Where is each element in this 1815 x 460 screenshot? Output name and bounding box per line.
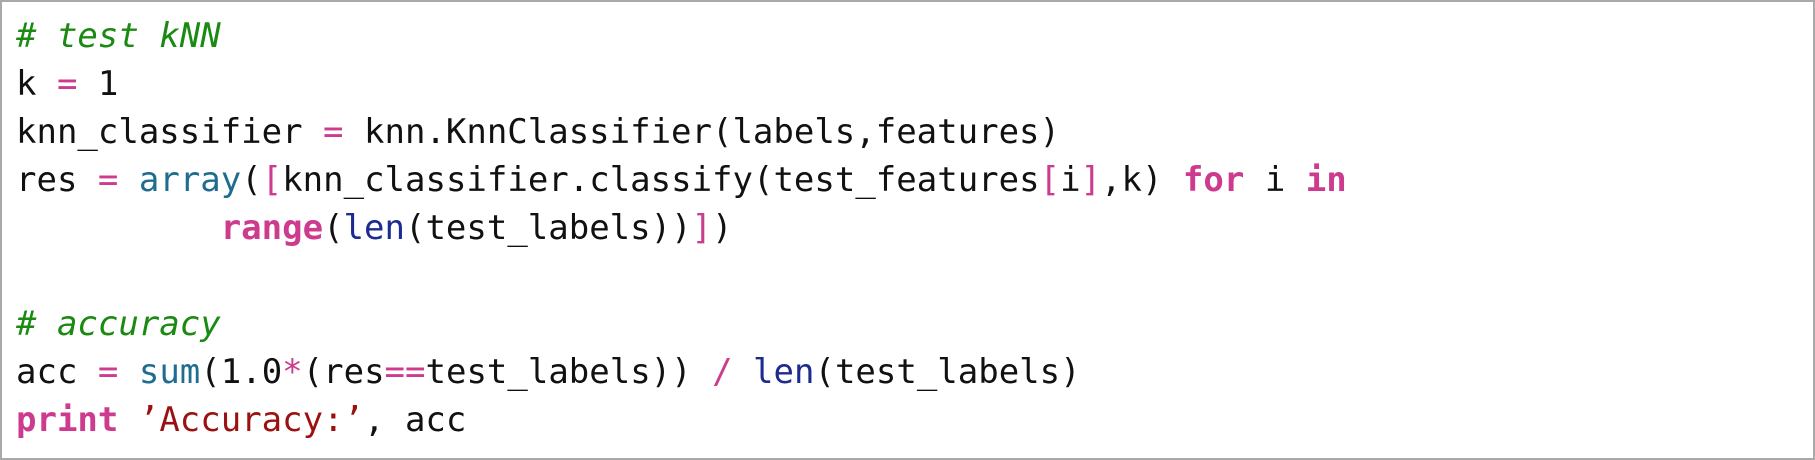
code-token-plain: (	[241, 160, 262, 200]
code-line: res = array([knn_classifier.classify(tes…	[16, 156, 1347, 204]
code-token-builtin2: len	[753, 352, 815, 392]
code-token-op: ]	[1080, 160, 1102, 200]
code-token-plain: , acc	[364, 400, 467, 440]
code-token-kw: in	[1305, 160, 1347, 200]
code-token-plain: (1.0	[200, 352, 283, 392]
code-line: k = 1	[16, 60, 1347, 108]
code-token-op: [	[261, 160, 283, 200]
code-token-plain: k	[16, 64, 57, 104]
code-token-kw: range	[220, 208, 324, 248]
code-token-builtin2: len	[343, 208, 405, 248]
code-token-plain: (test_labels))	[404, 208, 692, 248]
code-token-plain: knn_classifier.classify(test_features	[282, 160, 1040, 200]
code-token-kw: print	[16, 400, 119, 440]
code-token-kw: for	[1182, 160, 1245, 200]
code-token-builtin: sum	[138, 352, 201, 392]
code-token-plain: knn_classifier	[16, 112, 324, 152]
code-token-plain: (test_labels)	[814, 352, 1081, 392]
code-token-plain: knn.KnnClassifier(labels,features)	[343, 112, 1060, 152]
code-token-plain: 1	[77, 64, 119, 104]
code-line: # test kNN	[16, 12, 1347, 60]
code-token-plain: i	[1244, 160, 1306, 200]
code-token-plain: ,k)	[1101, 160, 1183, 200]
code-token-comment: # accuracy	[16, 304, 221, 344]
code-token-op: =	[323, 112, 344, 152]
code-listing-frame: # test kNN k = 1 knn_classifier = knn.KnnC…	[0, 0, 1815, 460]
code-token-op: ]	[691, 208, 713, 248]
code-token-str: ’Accuracy:’	[138, 400, 365, 440]
code-token-op: =	[97, 352, 119, 392]
code-token-plain: )	[712, 208, 733, 248]
code-token-plain: test_labels))	[425, 352, 713, 392]
code-token-op: *	[282, 352, 303, 392]
code-token-plain: acc	[16, 352, 98, 392]
code-line: acc = sum(1.0*(res==test_labels)) / len(…	[16, 348, 1347, 396]
code-listing: # test kNN k = 1 knn_classifier = knn.KnnC…	[16, 12, 1347, 444]
code-line: knn_classifier = knn.KnnClassifier(label…	[16, 108, 1347, 156]
code-token-comment: # test kNN	[16, 16, 221, 56]
code-token-plain: res	[16, 160, 98, 200]
code-token-op: =	[97, 160, 119, 200]
code-token-op: ==	[384, 352, 426, 392]
code-token-plain: i	[1060, 160, 1081, 200]
code-line: print ’Accuracy:’, acc	[16, 396, 1347, 444]
code-token-plain: (res	[302, 352, 385, 392]
code-token-builtin: array	[138, 160, 242, 200]
code-token-plain: (	[323, 208, 344, 248]
code-token-op: /	[712, 352, 733, 392]
code-line: range(len(test_labels))])	[16, 204, 1347, 252]
code-token-op: [	[1039, 160, 1061, 200]
code-token-op: =	[56, 64, 78, 104]
code-line: # accuracy	[16, 300, 1347, 348]
